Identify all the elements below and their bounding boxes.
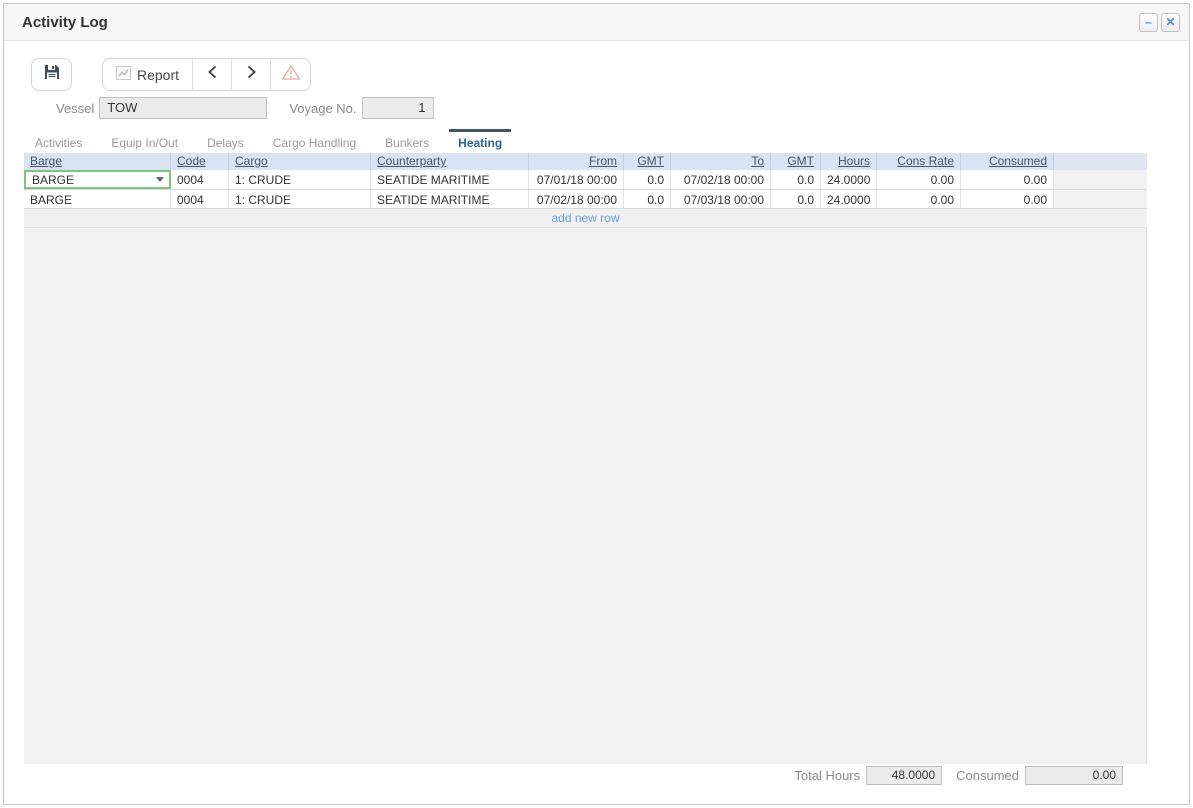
barge-dropdown[interactable]: BARGE — [24, 170, 171, 189]
tab-heating[interactable]: Heating — [447, 134, 513, 153]
tab-delays[interactable]: Delays — [196, 134, 255, 153]
page-title: Activity Log — [22, 14, 1139, 31]
column-header-consumed[interactable]: Consumed — [961, 153, 1054, 170]
consumed-field: 0.00 — [1025, 766, 1123, 785]
save-button[interactable] — [31, 58, 72, 91]
chevron-left-icon — [207, 64, 218, 85]
tab-activities[interactable]: Activities — [24, 134, 93, 153]
grid-header-row: Barge Code Cargo Counterparty From GMT T… — [24, 153, 1147, 170]
column-header-hours[interactable]: Hours — [821, 153, 877, 170]
total-hours-label: Total Hours — [794, 768, 860, 783]
tab-bunkers[interactable]: Bunkers — [374, 134, 440, 153]
header-fields: Vessel TOW Voyage No. 1 — [4, 97, 1189, 119]
from-cell[interactable]: 07/01/18 00:00 — [529, 170, 624, 189]
to-cell[interactable]: 07/02/18 00:00 — [671, 170, 771, 189]
column-header-gmt-from[interactable]: GMT — [624, 153, 671, 170]
gmt-to-cell[interactable]: 0.0 — [771, 190, 821, 208]
totals-bar: Total Hours 48.0000 Consumed 0.00 — [4, 766, 1123, 785]
vessel-field: TOW — [99, 97, 267, 119]
consumed-label: Consumed — [956, 768, 1019, 783]
report-button[interactable]: Report — [103, 59, 192, 90]
heating-grid: Barge Code Cargo Counterparty From GMT T… — [24, 153, 1147, 764]
voyage-no-field: 1 — [362, 97, 434, 119]
close-button[interactable]: ✕ — [1161, 13, 1180, 32]
filler-cell — [1054, 170, 1147, 189]
window-controls: – ✕ — [1139, 13, 1180, 32]
next-button[interactable] — [231, 59, 270, 90]
column-header-gmt-to[interactable]: GMT — [771, 153, 821, 170]
column-header-filler — [1054, 153, 1147, 170]
consumed-cell[interactable]: 0.00 — [961, 190, 1054, 208]
counterparty-cell[interactable]: SEATIDE MARITIME — [371, 170, 529, 189]
add-new-row-band: add new row — [24, 209, 1147, 228]
table-row: BARGE 0004 1: CRUDE SEATIDE MARITIME 07/… — [24, 190, 1147, 209]
minimize-button[interactable]: – — [1139, 13, 1158, 32]
gmt-to-cell[interactable]: 0.0 — [771, 170, 821, 189]
consumed-cell[interactable]: 0.00 — [961, 170, 1054, 189]
report-button-label: Report — [137, 67, 179, 83]
toolbar-button-group: Report — [102, 58, 311, 91]
code-cell[interactable]: 0004 — [171, 190, 229, 208]
column-header-to[interactable]: To — [671, 153, 771, 170]
chevron-right-icon — [246, 64, 257, 85]
total-hours-field: 48.0000 — [866, 766, 942, 785]
filler-cell — [1054, 190, 1147, 208]
counterparty-cell[interactable]: SEATIDE MARITIME — [371, 190, 529, 208]
activity-log-window: Activity Log – ✕ — [3, 3, 1190, 805]
cargo-cell[interactable]: 1: CRUDE — [229, 190, 371, 208]
column-header-cargo[interactable]: Cargo — [229, 153, 371, 170]
column-header-cons-rate[interactable]: Cons Rate — [877, 153, 961, 170]
warning-button[interactable] — [270, 59, 310, 90]
code-cell[interactable]: 0004 — [171, 170, 229, 189]
cons-rate-cell[interactable]: 0.00 — [877, 170, 961, 189]
tab-bar: Activities Equip In/Out Delays Cargo Han… — [24, 125, 1189, 153]
column-header-code[interactable]: Code — [171, 153, 229, 170]
voyage-no-label: Voyage No. — [289, 101, 356, 116]
caret-down-icon — [156, 177, 164, 182]
line-chart-icon — [116, 66, 131, 83]
title-bar: Activity Log – ✕ — [4, 4, 1189, 41]
vessel-label: Vessel — [56, 101, 94, 116]
barge-cell[interactable]: BARGE — [24, 190, 171, 208]
from-cell[interactable]: 07/02/18 00:00 — [529, 190, 624, 208]
tab-cargo-handling[interactable]: Cargo Handling — [262, 134, 367, 153]
column-header-barge[interactable]: Barge — [24, 153, 171, 170]
hours-cell[interactable]: 24.0000 — [821, 170, 877, 189]
gmt-from-cell[interactable]: 0.0 — [624, 190, 671, 208]
cons-rate-cell[interactable]: 0.00 — [877, 190, 961, 208]
toolbar: Report — [31, 58, 1189, 91]
warning-triangle-icon — [281, 64, 301, 86]
table-row: BARGE 0004 1: CRUDE SEATIDE MARITIME 07/… — [24, 170, 1147, 190]
to-cell[interactable]: 07/03/18 00:00 — [671, 190, 771, 208]
previous-button[interactable] — [192, 59, 231, 90]
grid-empty-area — [24, 228, 1147, 764]
hours-cell[interactable]: 24.0000 — [821, 190, 877, 208]
gmt-from-cell[interactable]: 0.0 — [624, 170, 671, 189]
tab-equip-in-out[interactable]: Equip In/Out — [100, 134, 189, 153]
floppy-disk-icon — [44, 64, 60, 85]
column-header-counterparty[interactable]: Counterparty — [371, 153, 529, 170]
cargo-cell[interactable]: 1: CRUDE — [229, 170, 371, 189]
column-header-from[interactable]: From — [529, 153, 624, 170]
add-new-row-link[interactable]: add new row — [551, 211, 619, 225]
